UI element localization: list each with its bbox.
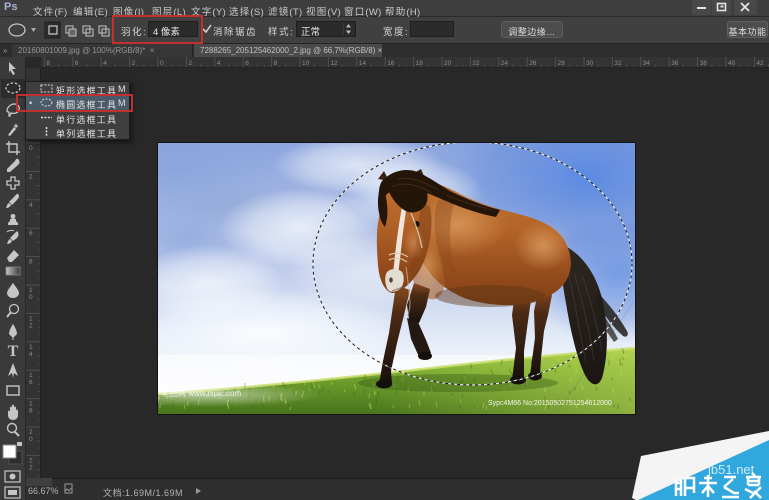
svg-text:jb51.net: jb51.net [707,462,755,477]
svg-text:6: 6 [75,60,79,67]
svg-text:6: 6 [245,60,249,67]
svg-text:2: 2 [132,60,136,67]
svg-text:0: 0 [29,294,33,301]
svg-text:2: 2 [188,60,192,67]
svg-text:8: 8 [29,259,33,266]
svg-text:22: 22 [472,60,480,67]
svg-text:38: 38 [700,60,708,67]
svg-text:30: 30 [586,60,594,67]
svg-text:14: 14 [359,60,367,67]
svg-text:1: 1 [29,372,33,379]
svg-text:4: 4 [29,202,33,209]
svg-text:0: 0 [29,145,33,152]
svg-text:12: 12 [330,60,338,67]
svg-text:2: 2 [29,429,33,436]
svg-text:8: 8 [46,60,50,67]
svg-text:2: 2 [29,464,33,471]
svg-text:10: 10 [302,60,310,67]
svg-text:2: 2 [29,173,33,180]
svg-text:昵图网 www.nipic.com: 昵图网 www.nipic.com [162,389,241,398]
svg-text:20: 20 [444,60,452,67]
svg-text:1: 1 [29,287,33,294]
svg-text:0: 0 [160,60,164,67]
svg-text:2: 2 [29,457,33,464]
svg-text:1: 1 [29,401,33,408]
svg-text:Sypc4M66 No:201505027512546120: Sypc4M66 No:20150502751254612000 [488,400,612,407]
svg-text:40: 40 [728,60,736,67]
svg-text:1: 1 [29,315,33,322]
svg-text:18: 18 [416,60,424,67]
svg-text:42: 42 [756,60,764,67]
svg-text:28: 28 [558,60,566,67]
svg-text:2: 2 [29,322,33,329]
svg-text:32: 32 [614,60,622,67]
svg-text:T: T [8,343,19,360]
svg-text:1: 1 [29,344,33,351]
svg-text:4: 4 [217,60,221,67]
svg-text:4: 4 [103,60,107,67]
svg-text:0: 0 [29,436,33,443]
svg-text:6: 6 [29,230,33,237]
svg-text:16: 16 [387,60,395,67]
svg-text:4: 4 [29,351,33,358]
svg-text:8: 8 [29,408,33,415]
svg-text:34: 34 [643,60,651,67]
svg-text:6: 6 [29,379,33,386]
svg-text:26: 26 [529,60,537,67]
svg-text:36: 36 [671,60,679,67]
svg-text:8: 8 [274,60,278,67]
svg-text:24: 24 [501,60,509,67]
